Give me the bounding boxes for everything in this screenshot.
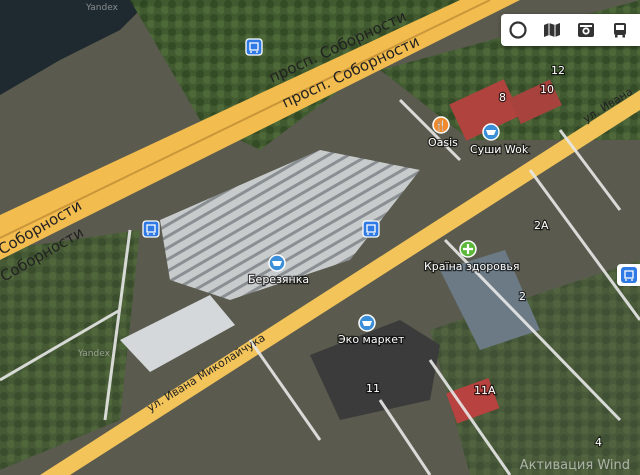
panorama-button[interactable]: [569, 14, 603, 46]
svg-text:🍴: 🍴: [435, 119, 447, 132]
satellite-map[interactable]: просп. Соборности просп. Соборности Собо…: [0, 0, 640, 475]
windows-activation-watermark: Активация Wind: [519, 458, 630, 473]
yandex-attribution-bottom: Yandex: [77, 349, 111, 359]
poi-label: Oasis: [428, 136, 458, 149]
bus-stop-3[interactable]: [362, 220, 380, 238]
bus-stop-icon: [142, 220, 160, 238]
house-number: 12: [551, 64, 565, 77]
transit-layer-icon: [614, 23, 626, 38]
bus-stop-icon: [620, 267, 637, 283]
house-number: 2А: [534, 219, 549, 232]
map-layer-toolbar: [501, 14, 640, 46]
house-number: 4: [595, 436, 602, 449]
bus-stop-2[interactable]: [142, 220, 160, 238]
traffic-layer-button[interactable]: [501, 14, 535, 46]
panorama-icon: [578, 23, 594, 37]
poi-label: Эко маркет: [338, 333, 405, 346]
poi-label: Країна здоровья: [424, 260, 520, 273]
poi-label: Березянка: [248, 273, 309, 286]
poi-label: Суши Wok: [470, 143, 529, 156]
bus-stop-4[interactable]: [617, 264, 640, 286]
house-number: 11А: [474, 384, 496, 397]
house-number: 11: [366, 382, 380, 395]
bus-stop-icon: [362, 220, 380, 238]
traffic-layer-icon: [509, 21, 527, 39]
house-number: 8: [499, 91, 506, 104]
bus-stop-icon: [245, 38, 263, 56]
yandex-attribution-top: Yandex: [85, 3, 119, 13]
house-number: 2: [519, 290, 526, 303]
transit-layer-button[interactable]: [603, 14, 637, 46]
house-number: 10: [540, 83, 554, 96]
map-layer-icon: [544, 23, 560, 37]
map-layer-button[interactable]: [535, 14, 569, 46]
bus-stop-1[interactable]: [245, 38, 263, 56]
